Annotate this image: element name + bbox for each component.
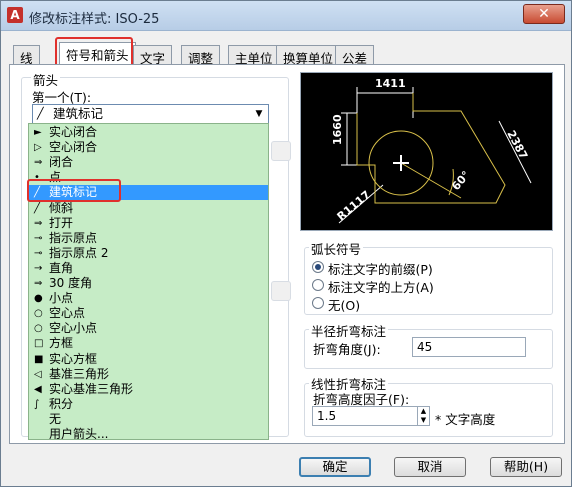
radio-indicator xyxy=(312,261,324,273)
ok-button[interactable]: 确定 xyxy=(299,457,371,477)
list-item-label: 30 度角 xyxy=(49,276,93,290)
list-item[interactable]: ∫ 积分 xyxy=(29,397,268,412)
arrowhead-icon: ○ xyxy=(34,308,43,320)
dim-text-radius: R1117 xyxy=(335,188,373,223)
list-item-label: 方框 xyxy=(49,336,74,351)
first-arrow-value: 建筑标记 xyxy=(53,106,104,121)
chevron-down-icon: ▼ xyxy=(255,109,263,119)
arrowhead-icon: ● xyxy=(34,293,43,305)
dim-text-right: 2387 xyxy=(504,128,530,161)
list-item[interactable]: ○ 空心点 xyxy=(29,306,268,321)
dimension-preview: 1411 1660 2387 60° R1117 xyxy=(300,72,553,231)
list-item-label: 小点 xyxy=(49,291,74,306)
arrowhead-icon: ○ xyxy=(34,323,43,335)
list-item[interactable]: ⇒ 打开 xyxy=(29,216,268,231)
list-item-label: 实心方框 xyxy=(49,351,98,366)
jog-angle-input[interactable]: 45 xyxy=(412,337,526,357)
arrowhead-icon: ⇒ xyxy=(34,278,43,289)
arrowhead-icon: □ xyxy=(34,338,44,350)
spinner-arrows-icon[interactable]: ▲ ▼ xyxy=(417,407,429,425)
radio-indicator xyxy=(312,279,324,291)
arc-length-symbol-label: 弧长符号 xyxy=(309,239,364,258)
window-title: 修改标注样式: ISO-25 xyxy=(29,12,160,27)
jog-angle-label: 折弯角度(J): xyxy=(313,342,381,357)
arc-prefix-radio[interactable]: 标注文字的前缀(P) xyxy=(312,259,433,278)
arrowhead-icon: ▷ xyxy=(34,142,42,154)
list-item-label: 闭合 xyxy=(49,155,74,170)
dim-text-top: 1411 xyxy=(375,77,406,90)
radio-indicator xyxy=(312,297,324,309)
option-highlight-annotation xyxy=(27,179,121,202)
list-item[interactable]: ╱ 倾斜 xyxy=(29,201,268,216)
arc-none-radio[interactable]: 无(O) xyxy=(312,295,361,314)
list-item-label: 倾斜 xyxy=(49,200,74,215)
list-item[interactable]: → 直角 xyxy=(29,261,268,276)
list-item-label: 空心小点 xyxy=(49,321,98,336)
arrowhead-icon: ⊸ xyxy=(34,232,43,244)
list-item-label: 用户箭头... xyxy=(49,427,109,440)
jog-height-factor-input[interactable]: 1.5 ▲ ▼ xyxy=(312,406,430,426)
autocad-app-icon: A xyxy=(7,7,23,23)
list-item[interactable]: ○ 空心小点 xyxy=(29,321,268,336)
list-item-label: 无 xyxy=(49,411,62,426)
list-item[interactable]: ⊸ 指示原点 xyxy=(29,231,268,246)
arrowhead-icon: ⇒ xyxy=(34,157,43,169)
hidden-control xyxy=(271,141,291,161)
list-item[interactable]: ● 小点 xyxy=(29,291,268,306)
list-item[interactable]: ▷ 空心闭合 xyxy=(29,140,268,155)
first-arrow-select[interactable]: ╱ 建筑标记 ▼ xyxy=(32,104,269,124)
arc-prefix-label: 标注文字的前缀(P) xyxy=(328,262,433,277)
list-item-label: 空心点 xyxy=(49,306,86,321)
arrow-options-list: ► 实心闭合 ▷ 空心闭合 ⇒ 闭合 • 点 ╱ 建筑标记 ╱ 倾斜 ⇒ 打开 ⊸ 指示原点 ⊸ 指示原点 2 → 直… xyxy=(28,123,269,440)
arrowhead-icon: ► xyxy=(34,127,42,138)
list-item-label: 实心闭合 xyxy=(49,125,98,139)
preview-drawing: 1411 1660 2387 60° R1117 xyxy=(331,77,532,224)
arrowhead-icon: ◀ xyxy=(34,383,42,395)
list-item[interactable]: 无 xyxy=(29,412,268,427)
list-item-label: 打开 xyxy=(49,215,74,230)
list-item[interactable]: ◁ 基准三角形 xyxy=(29,367,268,382)
arc-above-radio[interactable]: 标注文字的上方(A) xyxy=(312,277,434,296)
architectural-tick-icon: ╱ xyxy=(37,107,44,120)
list-item[interactable]: ⇒ 闭合 xyxy=(29,155,268,170)
help-button[interactable]: 帮助(H) xyxy=(490,457,562,477)
list-item[interactable]: ► 实心闭合 xyxy=(29,125,268,140)
list-item-label: 指示原点 2 xyxy=(49,245,109,260)
list-item-label: 空心闭合 xyxy=(49,140,98,155)
list-item[interactable]: ◀ 实心基准三角形 xyxy=(29,382,268,397)
list-item-label: 指示原点 xyxy=(49,230,98,245)
list-item[interactable]: ⊸ 指示原点 2 xyxy=(29,246,268,261)
list-item-label: 实心基准三角形 xyxy=(49,381,134,396)
arc-none-label: 无(O) xyxy=(328,298,361,313)
title-bar: A 修改标注样式: ISO-25 ✕ xyxy=(1,1,571,31)
close-button[interactable]: ✕ xyxy=(523,4,565,24)
arrowhead-icon: ╱ xyxy=(34,202,41,214)
list-item[interactable]: ■ 实心方框 xyxy=(29,352,268,367)
arrowhead-icon: ⇒ xyxy=(34,217,43,229)
arrowhead-icon: ⊸ xyxy=(34,247,43,259)
arc-above-label: 标注文字的上方(A) xyxy=(328,280,434,295)
cancel-button[interactable]: 取消 xyxy=(394,457,466,477)
list-item[interactable]: □ 方框 xyxy=(29,336,268,351)
dimension-style-dialog: A 修改标注样式: ISO-25 ✕ 线 符号和箭头 文字 调整 主单位 换算单… xyxy=(0,0,572,487)
text-height-suffix: * 文字高度 xyxy=(435,412,496,427)
arrowhead-icon: → xyxy=(34,262,43,274)
jog-height-factor-value: 1.5 xyxy=(317,409,337,423)
radius-jog-label: 半径折弯标注 xyxy=(309,321,389,340)
list-item[interactable]: ⇒ 30 度角 xyxy=(29,276,268,291)
arrowhead-icon: ■ xyxy=(34,353,44,365)
list-item-label: 积分 xyxy=(49,396,74,411)
list-item-label: 直角 xyxy=(49,260,74,275)
hidden-control xyxy=(271,281,291,301)
dim-text-left: 1660 xyxy=(331,114,344,145)
list-item-label: 基准三角形 xyxy=(49,366,110,381)
arrowhead-icon: ◁ xyxy=(34,368,42,380)
arrowhead-icon: ∫ xyxy=(34,398,40,410)
list-item[interactable]: 用户箭头... xyxy=(29,427,268,440)
